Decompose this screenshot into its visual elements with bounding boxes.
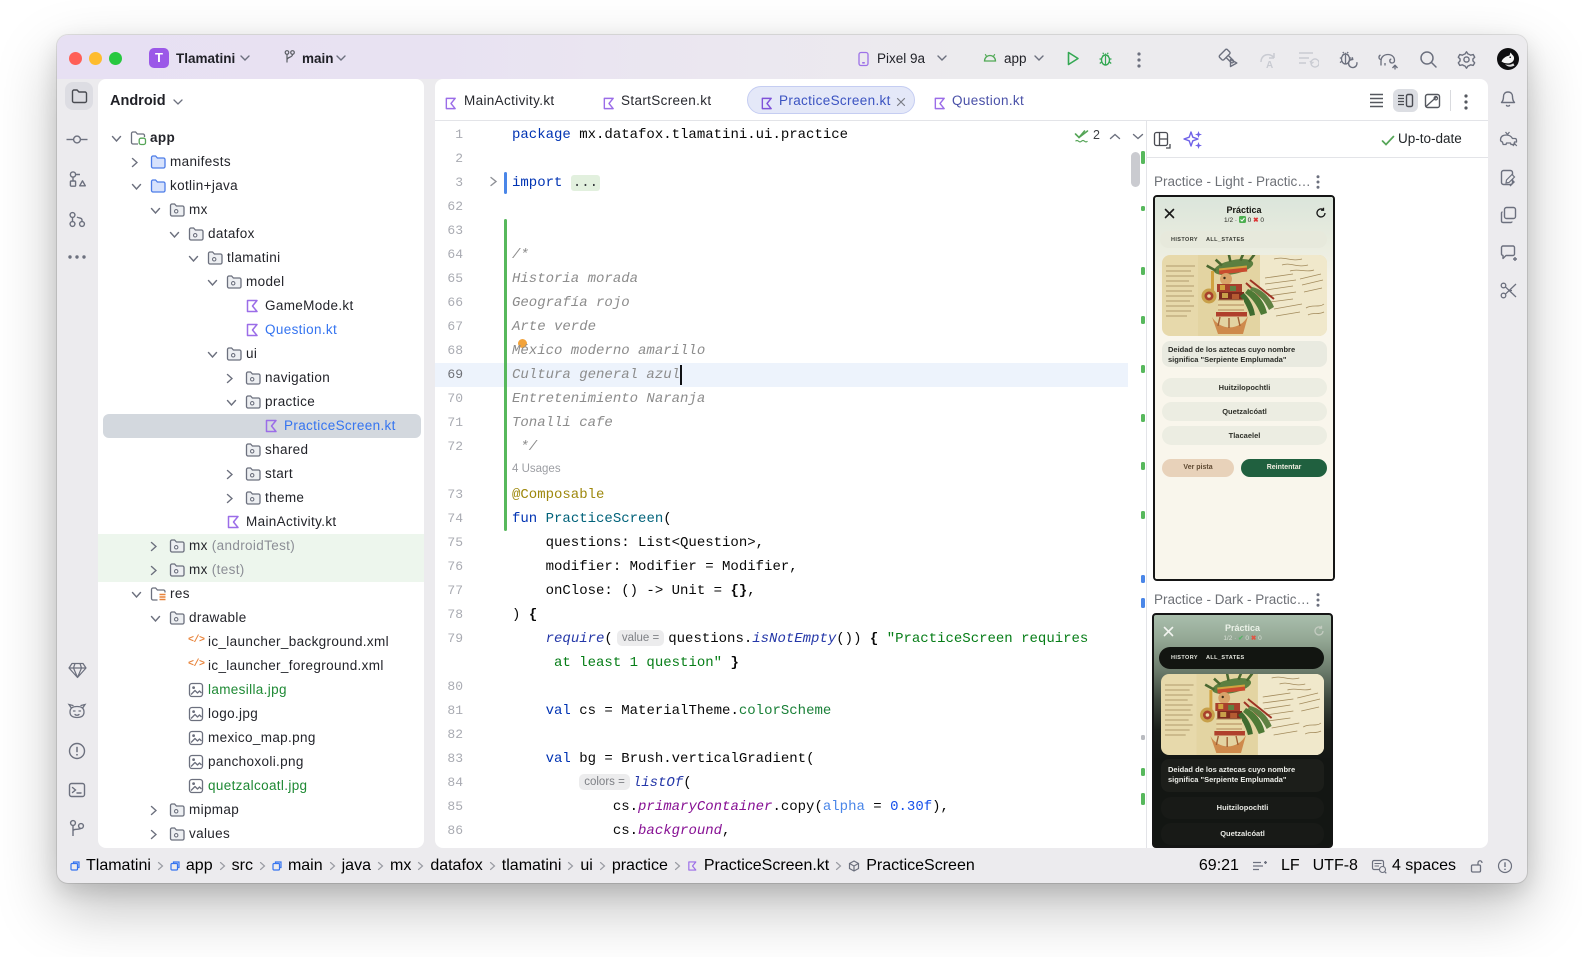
svg-text:A: A bbox=[1266, 60, 1273, 70]
